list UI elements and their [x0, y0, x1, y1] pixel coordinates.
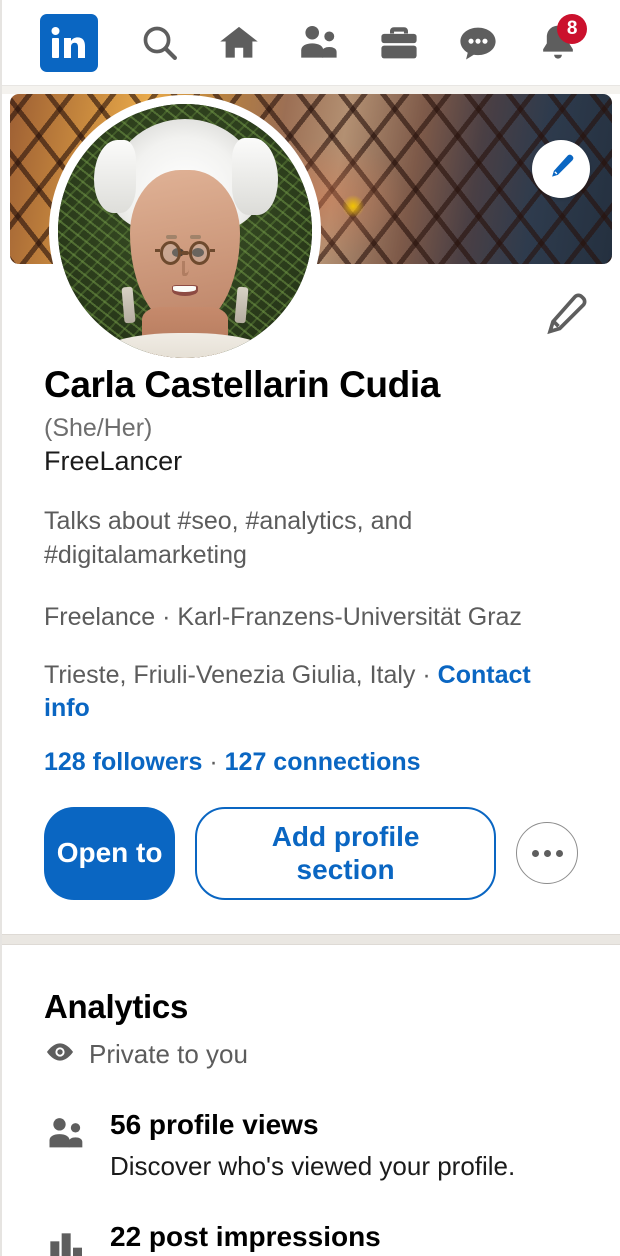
analytics-card: Analytics Private to you 56 profile view… — [2, 944, 620, 1256]
connections-link[interactable]: 127 connections — [225, 748, 421, 776]
profile-info: Carla Castellarin Cudia (She/Her) FreeLa… — [2, 364, 620, 900]
avatar-nose — [182, 261, 189, 276]
linkedin-logo[interactable] — [40, 13, 98, 72]
nav-jobs-button[interactable] — [368, 12, 430, 74]
more-actions-button[interactable] — [516, 822, 578, 885]
notification-badge: 8 — [557, 13, 588, 44]
eye-icon — [44, 1040, 76, 1069]
home-icon — [217, 21, 261, 65]
ellipsis-icon — [555, 849, 563, 857]
avatar-brow-left — [166, 234, 178, 239]
nav-items: 8 — [98, 12, 598, 74]
linkedin-profile-screen: 8 Carla Castellarin Cudia (She/Her) Free… — [0, 0, 620, 1256]
pencil-icon — [546, 152, 576, 187]
avatar[interactable] — [49, 95, 321, 367]
pronouns: (She/Her) — [44, 413, 153, 442]
nav-search-button[interactable] — [129, 12, 191, 74]
page-title: Carla Castellarin Cudia — [44, 364, 440, 405]
people-icon — [44, 1108, 88, 1182]
profile-action-buttons: Open to Add profile section — [44, 806, 578, 900]
analytics-item-headline: 56 profile views — [110, 1109, 319, 1141]
nav-network-button[interactable] — [288, 12, 350, 74]
bar-chart-icon — [44, 1220, 88, 1256]
pencil-icon — [544, 292, 588, 341]
profile-card: Carla Castellarin Cudia (She/Her) FreeLa… — [2, 94, 620, 934]
avatar-image — [58, 104, 312, 358]
analytics-visibility-label: Private to you — [89, 1039, 248, 1070]
followers-link[interactable]: 128 followers — [44, 748, 202, 776]
nav-messaging-button[interactable] — [447, 12, 509, 74]
section-divider — [2, 933, 620, 945]
open-to-button[interactable]: Open to — [44, 806, 176, 900]
analytics-title: Analytics — [44, 987, 189, 1025]
add-profile-section-button[interactable]: Add profile section — [195, 806, 496, 900]
avatar-mouth — [171, 284, 199, 296]
nav-home-button[interactable] — [208, 12, 270, 74]
profile-body: Carla Castellarin Cudia (She/Her) FreeLa… — [2, 86, 620, 1256]
analytics-item-text: 22 post impressions Check out who's enga… — [110, 1220, 578, 1256]
analytics-item-headline: 22 post impressions — [110, 1221, 381, 1253]
edit-cover-photo-button[interactable] — [532, 140, 590, 198]
location-row: Trieste, Friuli-Venezia Giulia, Italy · … — [44, 659, 578, 724]
headline: FreeLancer — [44, 445, 183, 476]
analytics-visibility: Private to you — [44, 1039, 578, 1070]
nav-notifications-button[interactable]: 8 — [527, 12, 589, 74]
edit-profile-info-button[interactable] — [538, 288, 594, 344]
ellipsis-icon — [543, 849, 551, 857]
analytics-item-text: 56 profile views Discover who's viewed y… — [110, 1108, 578, 1182]
search-icon — [139, 22, 181, 64]
analytics-item-profile-views[interactable]: 56 profile views Discover who's viewed y… — [44, 1108, 578, 1182]
stats-separator: · — [209, 748, 218, 777]
location-separator: · — [422, 661, 431, 690]
messaging-icon — [456, 21, 500, 65]
organizations: Freelance · Karl-Franzens-Universität Gr… — [44, 602, 522, 631]
analytics-item-subtitle: Discover who's viewed your profile. — [110, 1150, 516, 1181]
top-navigation-bar: 8 — [2, 0, 620, 86]
stats-row: 128 followers · 127 connections — [44, 746, 578, 779]
analytics-item-post-impressions[interactable]: 22 post impressions Check out who's enga… — [44, 1220, 578, 1256]
talks-about: Talks about #seo, #analytics, and #digit… — [44, 507, 413, 570]
avatar-brow-right — [190, 234, 202, 239]
ellipsis-icon — [531, 849, 539, 857]
network-icon — [297, 21, 341, 65]
location-text: Trieste, Friuli-Venezia Giulia, Italy — [44, 661, 416, 690]
jobs-icon — [377, 21, 421, 65]
